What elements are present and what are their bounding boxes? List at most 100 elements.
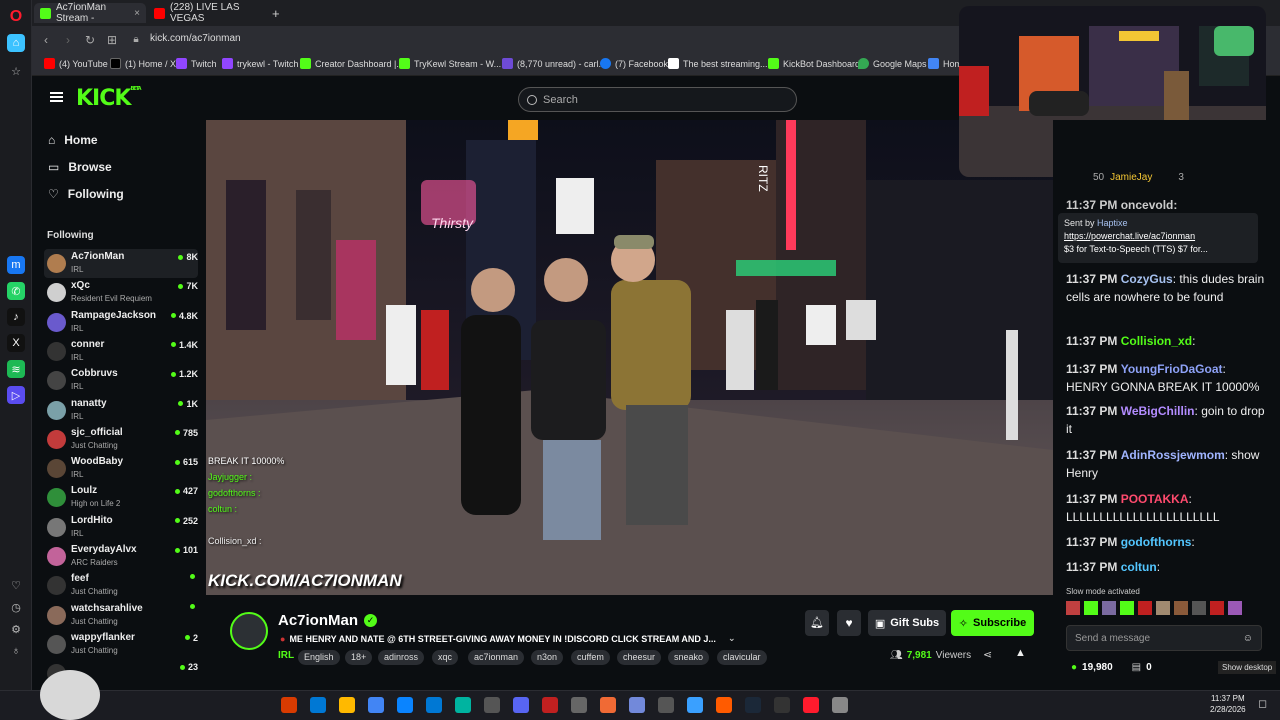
following-item[interactable]: nanatty IRL 1K — [44, 396, 198, 425]
folder-icon[interactable] — [339, 697, 355, 713]
stream-tag[interactable]: sneako — [668, 650, 710, 665]
tab-kick[interactable]: Ac7ionMan Stream - × — [34, 2, 146, 24]
heart-icon[interactable]: ♡ — [7, 576, 25, 594]
star-icon[interactable]: ☆ — [7, 62, 25, 80]
epic-icon[interactable] — [774, 697, 790, 713]
app-icon[interactable] — [832, 697, 848, 713]
app-icon[interactable] — [658, 697, 674, 713]
app-icon[interactable] — [542, 697, 558, 713]
app-icon[interactable] — [687, 697, 703, 713]
whatsapp-icon[interactable]: ✆ — [7, 282, 25, 300]
tiktok-icon[interactable]: ♪ — [7, 308, 25, 326]
bookmark-kickbot[interactable]: KickBot Dashboard — [768, 58, 860, 69]
x-icon[interactable]: X — [7, 334, 25, 352]
spotify-icon[interactable]: ≋ — [7, 360, 25, 378]
pinned-message[interactable]: Sent by Haptixe https://powerchat.live/a… — [1058, 213, 1258, 263]
tab-youtube[interactable]: (228) LIVE LAS VEGAS — [148, 2, 266, 24]
following-item[interactable]: Loulz High on Life 2 427 — [44, 483, 198, 512]
stream-tag[interactable]: ac7ionman — [468, 650, 525, 665]
stream-tag[interactable]: cuffem — [571, 650, 610, 665]
chrome-icon[interactable] — [368, 697, 384, 713]
stream-tag[interactable]: English — [298, 650, 340, 665]
emoji-picker-icon[interactable]: ☺ — [1243, 633, 1253, 644]
settings-icon[interactable]: ⚙ — [7, 620, 25, 638]
chat-username[interactable]: godofthorns — [1121, 535, 1192, 549]
opera-icon[interactable] — [803, 697, 819, 713]
menu-icon[interactable] — [50, 92, 63, 102]
reload-icon[interactable]: ↻ — [82, 32, 98, 48]
opera-logo-icon[interactable]: O — [7, 8, 25, 26]
stream-tag[interactable]: n3on — [531, 650, 564, 665]
video-player[interactable]: Thirsty RITZ BREAK IT 10000% Jayjugger : — [206, 120, 1053, 595]
following-item[interactable]: conner IRL 1.4K — [44, 337, 198, 366]
follow-button[interactable]: ♥ — [837, 610, 861, 636]
taskbar-clock[interactable]: 11:37 PM 2/28/2026 — [1210, 693, 1246, 715]
following-item[interactable]: wappyflanker Just Chatting 2 — [44, 630, 198, 659]
bulb-icon[interactable]: ♁ — [7, 642, 25, 660]
firefox-icon[interactable] — [716, 697, 732, 713]
following-item[interactable]: sjc_official Just Chatting 785 — [44, 425, 198, 454]
bookmark-youtube[interactable]: (4) YouTube — [44, 58, 108, 69]
app-icon[interactable] — [600, 697, 616, 713]
bookmark-x[interactable]: (1) Home / X — [110, 58, 176, 69]
nav-following[interactable]: ♡ Following — [48, 187, 124, 201]
obs-icon[interactable] — [571, 697, 587, 713]
report-icon[interactable]: ▲ — [1015, 647, 1026, 659]
player-icon[interactable]: ▷ — [7, 386, 25, 404]
chat-username[interactable]: AdinRossjewmom — [1121, 448, 1225, 462]
stream-tag[interactable]: xqc — [432, 650, 459, 665]
history-icon[interactable]: ◷ — [7, 598, 25, 616]
back-icon[interactable]: ‹ — [38, 32, 54, 48]
following-item[interactable]: EverydayAlvx ARC Raiders 101 — [44, 542, 198, 571]
channel-points[interactable]: ● 19,980 ▤ 0 — [1071, 662, 1152, 673]
close-tab-icon[interactable]: × — [134, 8, 140, 19]
chat-input[interactable]: Send a message ☺ — [1066, 625, 1262, 651]
chat-username[interactable]: WeBigChillin — [1121, 404, 1195, 418]
bookmark-twitch[interactable]: Twitch — [176, 58, 217, 69]
stream-tag[interactable]: cheesur — [617, 650, 662, 665]
following-item[interactable]: RampageJackson IRL 4.8K — [44, 308, 198, 337]
new-tab-button[interactable]: + — [266, 3, 286, 23]
subscribe-button[interactable]: ✧ Subscribe — [951, 610, 1034, 636]
streamer-name[interactable]: Ac7ionMan ✓ — [278, 612, 378, 629]
bookmark-trykewl-twitch[interactable]: trykewl - Twitch — [222, 58, 298, 69]
following-item[interactable]: feef Just Chatting — [44, 571, 198, 600]
discord-icon[interactable] — [513, 697, 529, 713]
chat-username[interactable]: YoungFrioDaGoat — [1121, 362, 1223, 376]
notification-icon[interactable]: ◻ — [1258, 697, 1267, 710]
store-icon[interactable] — [426, 697, 442, 713]
following-item[interactable]: Cobbruvs IRL 1.2K — [44, 366, 198, 395]
mail-icon[interactable] — [310, 697, 326, 713]
bookmark-facebook[interactable]: (7) Facebook — [600, 58, 668, 69]
emote-bar[interactable] — [1066, 601, 1261, 615]
bookmark-streaming[interactable]: The best streaming... — [668, 58, 768, 69]
share-icon[interactable]: ⋖ — [983, 648, 992, 661]
bookmark-creator-dashboard[interactable]: Creator Dashboard |... — [300, 58, 404, 69]
app-icon[interactable] — [455, 697, 471, 713]
bookmark-trykewl-stream[interactable]: TryKewl Stream - W... — [399, 58, 501, 69]
bookmark-google-maps[interactable]: Google Maps — [858, 58, 927, 69]
bookmark-mail[interactable]: (8,770 unread) - carl... — [502, 58, 606, 69]
stream-tag[interactable]: clavicular — [717, 650, 767, 665]
kick-logo[interactable]: KICKBETA — [76, 86, 142, 111]
search-input[interactable]: Search — [518, 87, 797, 112]
edge-icon[interactable] — [397, 697, 413, 713]
notify-bell-button[interactable]: 🔔︎ — [805, 610, 829, 636]
chat-username[interactable]: CozyGus — [1121, 272, 1173, 286]
nav-browse[interactable]: ▭ Browse — [48, 160, 112, 174]
forward-icon[interactable]: › — [60, 32, 76, 48]
chat-username[interactable]: POOTAKKA — [1121, 492, 1189, 506]
nav-home[interactable]: ⌂ Home — [48, 133, 98, 147]
office-icon[interactable] — [281, 697, 297, 713]
following-item[interactable]: Ac7ionMan IRL 8K — [44, 249, 198, 278]
chat-username[interactable]: Collision_xd — [1121, 334, 1192, 348]
stream-tag[interactable]: 18+ — [345, 650, 373, 665]
stream-category[interactable]: IRL — [278, 650, 294, 661]
home-icon[interactable]: ⌂ — [7, 34, 25, 52]
following-item[interactable]: watchsarahlive Just Chatting — [44, 601, 198, 630]
messenger-icon[interactable]: m — [7, 256, 25, 274]
following-item[interactable]: LordHito IRL 252 — [44, 513, 198, 542]
stream-tag[interactable]: adinross — [378, 650, 425, 665]
streamer-avatar[interactable] — [230, 612, 268, 650]
app-icon[interactable] — [484, 697, 500, 713]
